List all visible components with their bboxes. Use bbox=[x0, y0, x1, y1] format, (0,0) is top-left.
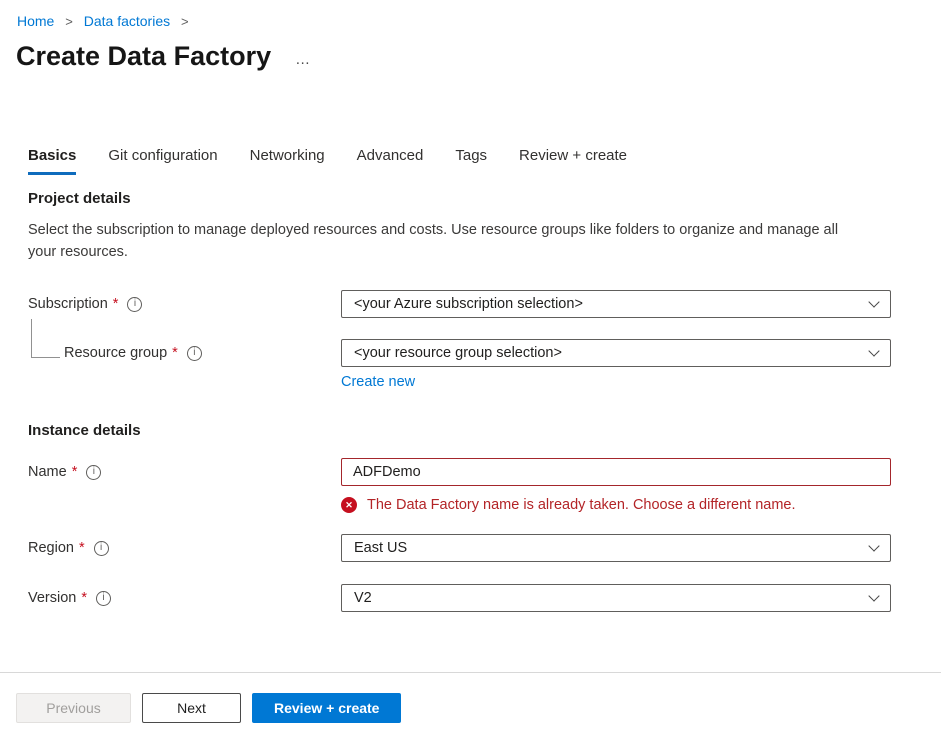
subscription-label: Subscription bbox=[28, 296, 108, 312]
name-label: Name bbox=[28, 464, 67, 480]
tab-bar: Basics Git configuration Networking Adva… bbox=[28, 147, 941, 175]
info-icon[interactable]: i bbox=[86, 465, 101, 480]
create-new-link[interactable]: Create new bbox=[341, 374, 415, 390]
version-label: Version bbox=[28, 590, 76, 606]
info-icon[interactable]: i bbox=[96, 591, 111, 606]
previous-button[interactable]: Previous bbox=[16, 693, 131, 723]
name-input[interactable] bbox=[341, 458, 891, 486]
chevron-down-icon bbox=[868, 590, 879, 601]
version-row: Version * i V2 bbox=[28, 584, 941, 612]
error-icon: ✕ bbox=[341, 497, 357, 513]
subscription-dropdown-value: <your Azure subscription selection> bbox=[354, 296, 583, 312]
create-data-factory-page: Home > Data factories > Create Data Fact… bbox=[0, 0, 941, 742]
region-dropdown-value: East US bbox=[354, 540, 407, 556]
tab-git-configuration[interactable]: Git configuration bbox=[108, 147, 217, 175]
version-dropdown[interactable]: V2 bbox=[341, 584, 891, 612]
tab-networking[interactable]: Networking bbox=[250, 147, 325, 175]
version-dropdown-value: V2 bbox=[354, 590, 372, 606]
next-button[interactable]: Next bbox=[142, 693, 241, 723]
subscription-row: Subscription * i <your Azure subscriptio… bbox=[28, 290, 941, 318]
tab-review-create[interactable]: Review + create bbox=[519, 147, 627, 175]
required-marker: * bbox=[72, 464, 78, 480]
breadcrumb: Home > Data factories > bbox=[0, 0, 941, 29]
project-details-heading: Project details bbox=[28, 189, 941, 208]
tab-tags[interactable]: Tags bbox=[455, 147, 487, 175]
info-icon[interactable]: i bbox=[127, 297, 142, 312]
resource-group-dropdown-value: <your resource group selection> bbox=[354, 345, 562, 361]
info-icon[interactable]: i bbox=[187, 346, 202, 361]
breadcrumb-data-factories[interactable]: Data factories bbox=[84, 13, 170, 29]
required-marker: * bbox=[79, 540, 85, 556]
breadcrumb-separator: > bbox=[65, 14, 73, 29]
breadcrumb-separator: > bbox=[181, 14, 189, 29]
name-label-cell: Name * i bbox=[28, 464, 341, 480]
resource-group-label-cell: Resource group * i bbox=[28, 345, 341, 361]
region-label: Region bbox=[28, 540, 74, 556]
resource-group-label: Resource group bbox=[64, 345, 167, 361]
breadcrumb-home[interactable]: Home bbox=[17, 13, 54, 29]
region-dropdown[interactable]: East US bbox=[341, 534, 891, 562]
chevron-down-icon bbox=[868, 345, 879, 356]
footer: Previous Next Review + create bbox=[0, 672, 941, 742]
tab-basics[interactable]: Basics bbox=[28, 147, 76, 175]
instance-details-heading: Instance details bbox=[28, 421, 941, 440]
region-label-cell: Region * i bbox=[28, 540, 341, 556]
region-row: Region * i East US bbox=[28, 534, 941, 562]
name-error-row: ✕ The Data Factory name is already taken… bbox=[341, 497, 941, 513]
more-options-button[interactable]: … bbox=[295, 52, 313, 73]
info-icon[interactable]: i bbox=[94, 541, 109, 556]
subscription-dropdown[interactable]: <your Azure subscription selection> bbox=[341, 290, 891, 318]
project-details-description: Select the subscription to manage deploy… bbox=[28, 219, 870, 263]
resource-group-dropdown[interactable]: <your resource group selection> bbox=[341, 339, 891, 367]
page-title: Create Data Factory bbox=[16, 39, 271, 73]
tab-advanced[interactable]: Advanced bbox=[357, 147, 424, 175]
subscription-label-cell: Subscription * i bbox=[28, 296, 341, 312]
resource-group-row: Resource group * i <your resource group … bbox=[28, 339, 941, 367]
review-create-button[interactable]: Review + create bbox=[252, 693, 401, 723]
name-error-message: The Data Factory name is already taken. … bbox=[367, 497, 796, 513]
required-marker: * bbox=[172, 345, 178, 361]
version-label-cell: Version * i bbox=[28, 590, 341, 606]
title-row: Create Data Factory … bbox=[16, 39, 941, 73]
required-marker: * bbox=[81, 590, 87, 606]
chevron-down-icon bbox=[868, 296, 879, 307]
chevron-down-icon bbox=[868, 540, 879, 551]
name-row: Name * i bbox=[28, 458, 941, 486]
resource-group-connector bbox=[31, 319, 60, 358]
required-marker: * bbox=[113, 296, 119, 312]
